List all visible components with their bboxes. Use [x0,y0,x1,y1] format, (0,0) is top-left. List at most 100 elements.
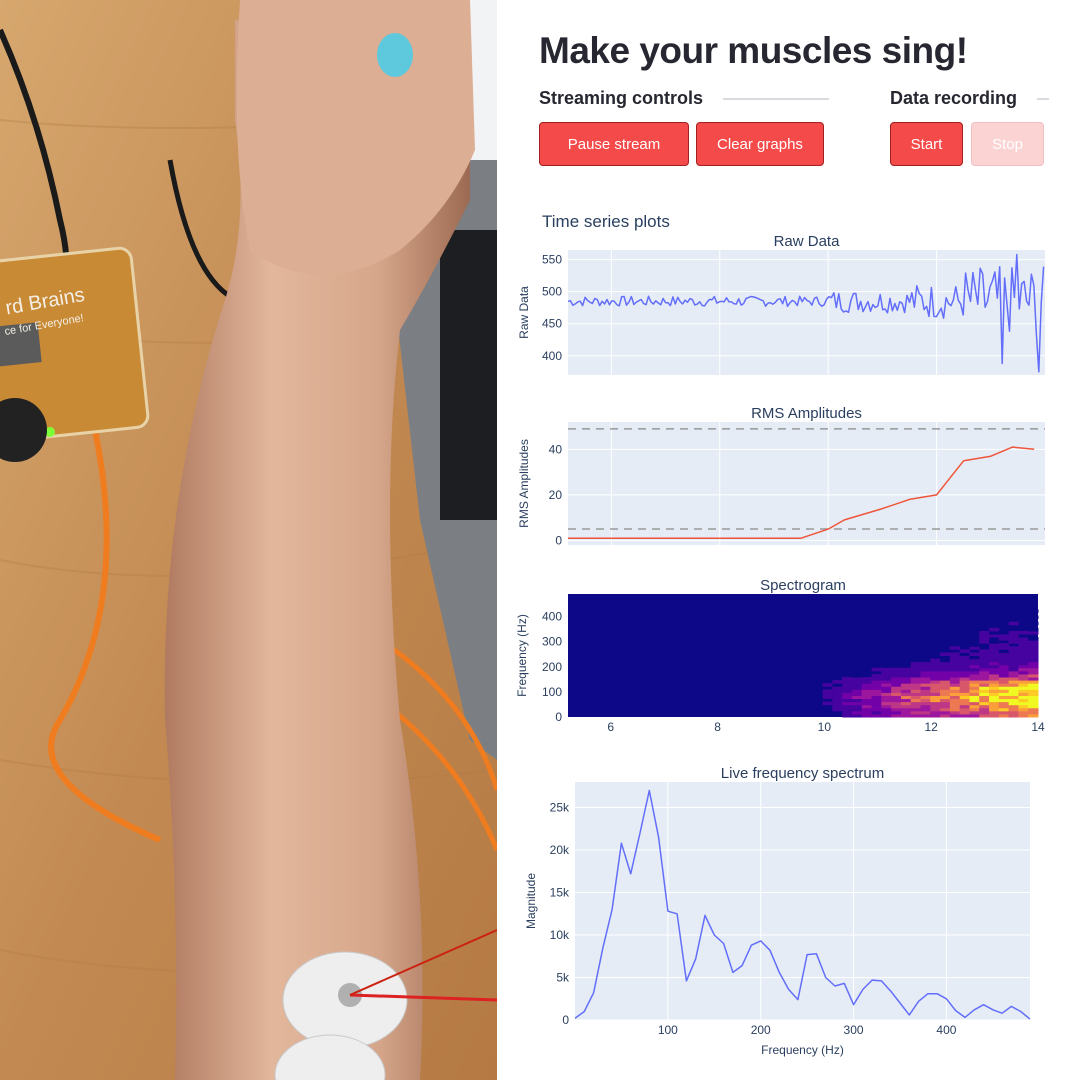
y-tick-label: 450 [542,317,562,331]
heatmap-cell [1008,658,1019,663]
heatmap-cell [920,704,931,709]
heatmap-cell [949,673,961,678]
heatmap-cell [842,701,853,706]
heatmap-cell [940,704,951,709]
x-tick-label: 10 [818,720,832,734]
x-tick-label: 6 [607,720,614,734]
heatmap-cell [940,673,951,678]
heatmap-cell [969,667,980,672]
heatmap-cell [979,658,990,663]
heatmap-cell [959,670,970,675]
heatmap-cell [979,683,990,687]
heatmap-cell [861,683,873,687]
heatmap-cell [989,646,1000,650]
heatmap-cell [969,643,980,647]
heatmap-cell [910,673,921,678]
heatmap-cell [930,698,941,703]
heatmap-cell [920,701,931,706]
heatmap-cell [979,670,990,675]
x-tick-label: 14 [1031,720,1045,734]
heatmap-cell [930,710,941,715]
heatmap-cell [891,673,902,678]
heatmap-cell [842,683,853,687]
heatmap-cell [832,704,843,709]
heatmap-cell [1018,658,1029,663]
heatmap-cell [969,658,980,663]
y-tick-label: 15k [550,886,570,900]
heatmap-cell [930,713,941,718]
heatmap-cell [851,673,863,678]
heatmap-cell [998,686,1010,690]
heatmap-cell [940,658,951,663]
heatmap-cell [969,689,980,693]
start-recording-button[interactable]: Start [890,122,963,166]
raw-data-chart[interactable]: 400 450 500 550 Raw Data Raw Data [497,228,1080,378]
heatmap-cell [940,677,951,681]
heatmap-cell [1008,649,1019,653]
heatmap-cell [998,677,1010,681]
heatmap-cell [930,689,941,693]
heatmap-cell [969,640,980,644]
heatmap-cell [989,695,1000,700]
heatmap-cell [891,683,902,687]
frequency-spectrum-chart[interactable]: 0 5k 10k 15k 20k 25k 100 200 300 400 Live frequenc… [497,750,1080,1060]
heatmap-cell [881,707,892,712]
x-tick-label: 12 [925,720,939,734]
heatmap-cell [989,713,1000,718]
heatmap-cell [1018,695,1029,700]
heatmap-cell [989,640,1000,644]
heatmap-cell [910,667,921,672]
heatmap-cell [851,695,863,700]
heatmap-cell [1008,652,1019,656]
divider [723,97,830,100]
heatmap-cell [871,680,882,684]
clear-graphs-button[interactable]: Clear graphs [696,122,824,166]
x-tick-label: 300 [844,1023,864,1037]
heatmap-cell [979,661,990,666]
heatmap-cell [910,713,921,718]
heatmap-cell [1028,646,1039,650]
y-tick-label: 400 [542,349,562,363]
heatmap-cell [861,695,873,700]
heatmap-cell [1008,707,1019,712]
heatmap-cell [900,677,912,681]
heatmap-cell [891,689,902,693]
heatmap-cell [891,704,902,709]
heatmap-cell [900,667,912,672]
heatmap-cell [871,673,882,678]
heatmap-cell [989,633,1000,638]
heatmap-cell [832,683,843,687]
heatmap-cell [842,680,853,684]
x-tick-label: 8 [714,720,721,734]
heatmap-cell [998,637,1010,641]
heatmap-cell [1008,695,1019,700]
heatmap-cell [832,680,843,684]
heatmap-cell [851,698,863,703]
heatmap-cell [1008,646,1019,650]
heatmap-cell [949,689,961,693]
heatmap-cell [998,707,1010,712]
heatmap-cell [1028,615,1039,620]
heatmap-cell [842,686,853,690]
heatmap-cell [949,710,961,715]
heatmap-cell [910,704,921,709]
heatmap-cell [930,661,941,666]
heatmap-cell [979,637,990,641]
y-tick-label: 550 [542,253,562,267]
heatmap-cell [1018,673,1029,678]
heatmap-cell [940,655,951,660]
pause-stream-button[interactable]: Pause stream [539,122,689,166]
heatmap-cell [998,661,1010,666]
y-tick-label: 5k [556,971,570,985]
heatmap-cell [998,658,1010,663]
rms-amplitudes-chart[interactable]: 0 20 40 RMS Amplitudes RMS Amplitudes [497,398,1080,558]
heatmap-cell [861,689,873,693]
heatmap-cell [998,652,1010,656]
y-tick-label: 10k [550,928,570,942]
heatmap-cell [1018,664,1029,669]
heatmap-cell [920,695,931,700]
y-tick-label: 500 [542,285,562,299]
spectrogram-chart[interactable]: 0 100 200 300 400 6 8 10 12 14 Spectrogram Frequenc… [497,570,1080,742]
heatmap-cell [949,664,961,669]
heatmap-cell [989,677,1000,681]
